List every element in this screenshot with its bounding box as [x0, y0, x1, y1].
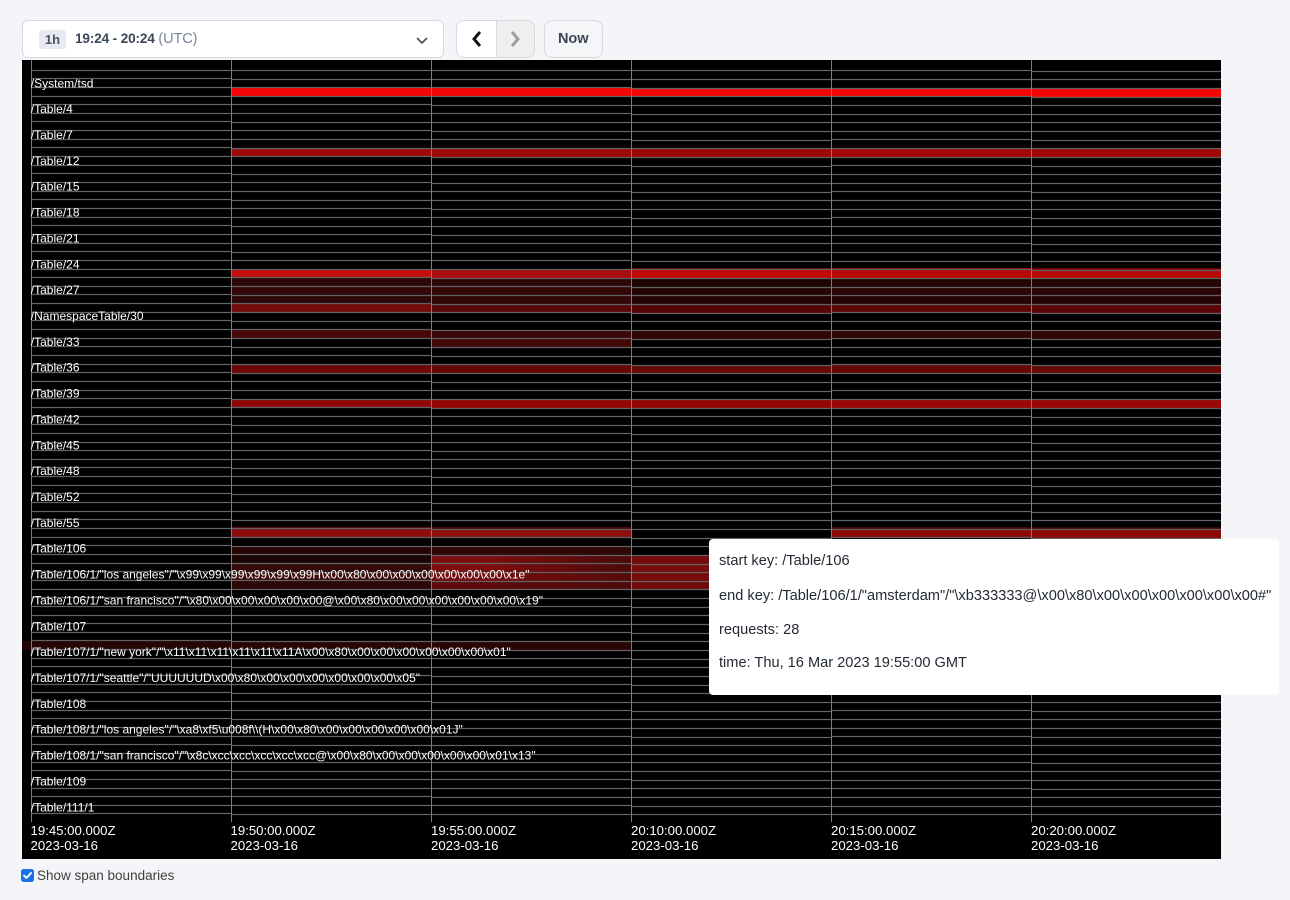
- svg-text:/Table/21: /Table/21: [31, 231, 80, 245]
- svg-text:/Table/107/1/"seattle"/"UUUUUU: /Table/107/1/"seattle"/"UUUUUUD\x00\x80\…: [31, 671, 420, 685]
- svg-text:/Table/106/1/"san francisco"/": /Table/106/1/"san francisco"/"\x80\x00\x…: [31, 593, 543, 607]
- svg-text:/Table/48: /Table/48: [31, 464, 80, 478]
- svg-text:/Table/107: /Table/107: [31, 619, 87, 633]
- svg-text:2023-03-16: 2023-03-16: [431, 838, 498, 853]
- svg-text:/Table/106/1/"los angeles"/"\x: /Table/106/1/"los angeles"/"\x99\x99\x99…: [31, 568, 530, 582]
- svg-text:20:15:00.000Z: 20:15:00.000Z: [831, 823, 916, 838]
- svg-text:2023-03-16: 2023-03-16: [1031, 838, 1098, 853]
- svg-text:/NamespaceTable/30: /NamespaceTable/30: [31, 309, 144, 323]
- svg-text:/Table/45: /Table/45: [31, 438, 80, 452]
- svg-text:19:55:00.000Z: 19:55:00.000Z: [431, 823, 516, 838]
- svg-text:2023-03-16: 2023-03-16: [231, 838, 298, 853]
- svg-text:/Table/33: /Table/33: [31, 335, 80, 349]
- svg-text:2023-03-16: 2023-03-16: [831, 838, 898, 853]
- svg-text:/Table/42: /Table/42: [31, 412, 80, 426]
- svg-text:19:45:00.000Z: 19:45:00.000Z: [31, 823, 116, 838]
- svg-text:/Table/107/1/"new york"/"\x11\: /Table/107/1/"new york"/"\x11\x11\x11\x1…: [31, 645, 511, 659]
- svg-text:/Table/36: /Table/36: [31, 361, 80, 375]
- svg-text:/Table/39: /Table/39: [31, 387, 80, 401]
- svg-text:/Table/4: /Table/4: [31, 102, 73, 116]
- svg-text:20:20:00.000Z: 20:20:00.000Z: [1031, 823, 1116, 838]
- svg-text:/Table/108/1/"san francisco"/": /Table/108/1/"san francisco"/"\x8c\xcc\x…: [31, 749, 536, 763]
- svg-text:/Table/108: /Table/108: [31, 697, 87, 711]
- svg-text:/System/tsd: /System/tsd: [31, 76, 94, 90]
- svg-text:/Table/111/1: /Table/111/1: [31, 800, 95, 814]
- svg-text:/Table/15: /Table/15: [31, 180, 80, 194]
- svg-text:/Table/18: /Table/18: [31, 206, 80, 220]
- svg-text:/Table/24: /Table/24: [31, 257, 80, 271]
- svg-text:/Table/27: /Table/27: [31, 283, 80, 297]
- svg-text:2023-03-16: 2023-03-16: [631, 838, 698, 853]
- svg-text:/Table/106: /Table/106: [31, 542, 87, 556]
- svg-text:/Table/52: /Table/52: [31, 490, 80, 504]
- svg-text:/Table/55: /Table/55: [31, 516, 80, 530]
- svg-text:20:10:00.000Z: 20:10:00.000Z: [631, 823, 716, 838]
- svg-text:19:50:00.000Z: 19:50:00.000Z: [231, 823, 316, 838]
- svg-text:/Table/7: /Table/7: [31, 128, 73, 142]
- svg-text:/Table/109: /Table/109: [31, 774, 87, 788]
- svg-text:/Table/108/1/"los angeles"/"\x: /Table/108/1/"los angeles"/"\xa8\xf5\u00…: [31, 723, 463, 737]
- svg-text:/Table/12: /Table/12: [31, 154, 80, 168]
- svg-text:2023-03-16: 2023-03-16: [31, 838, 98, 853]
